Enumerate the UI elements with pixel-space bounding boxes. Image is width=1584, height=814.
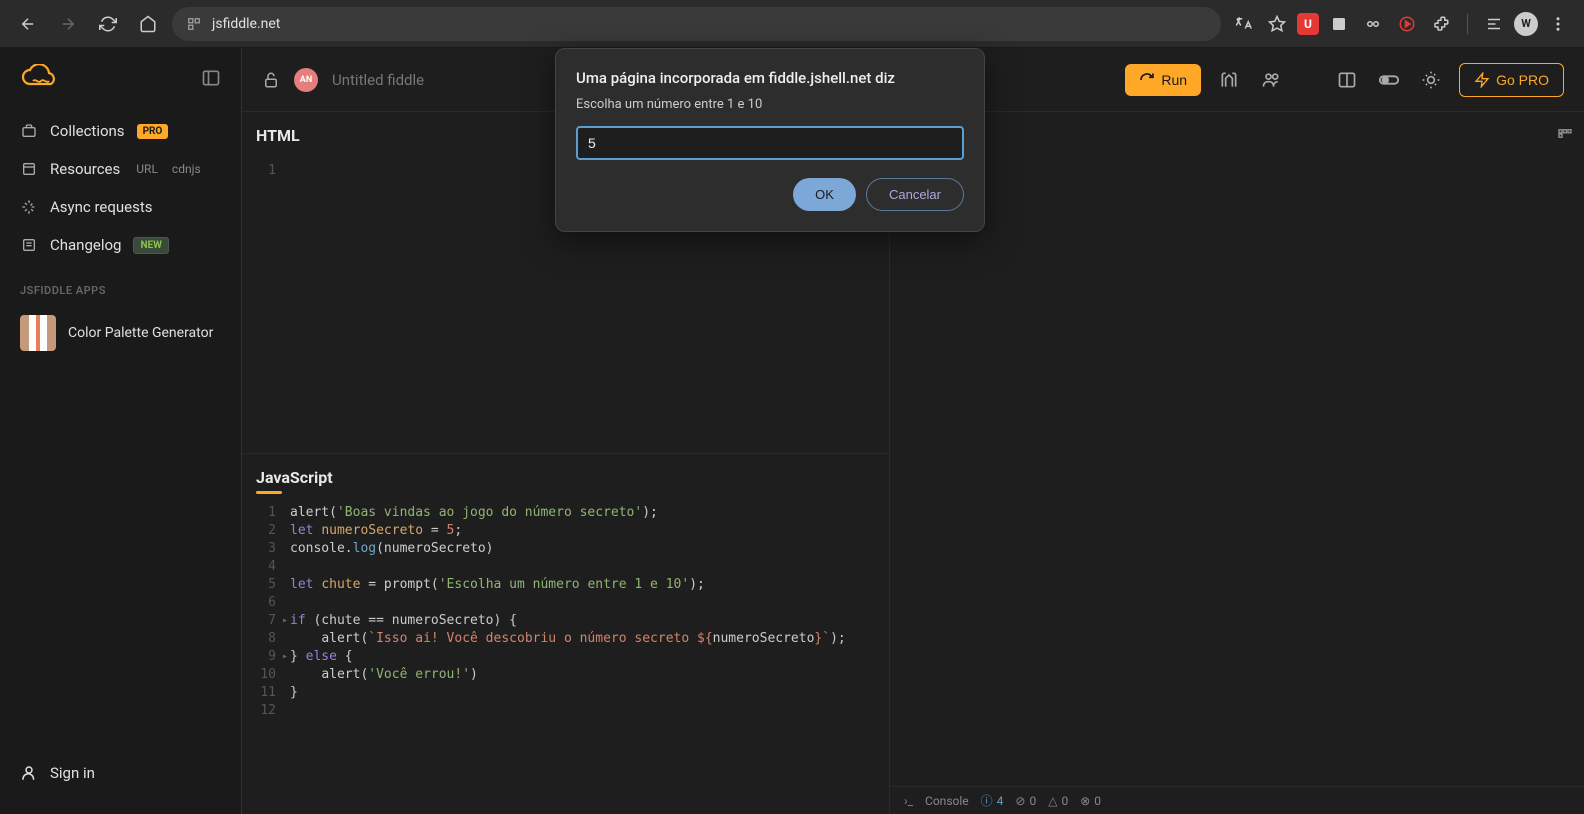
js-editor[interactable]: 1alert('Boas vindas ao jogo do número se… bbox=[242, 504, 889, 814]
result-pane: ›_ Console ⓘ 4 ⊘ 0 △ 0 ⊗ 0 bbox=[890, 112, 1584, 814]
js-prompt-dialog: Uma página incorporada em fiddle.jshell.… bbox=[555, 48, 985, 232]
layout-icon[interactable] bbox=[1333, 66, 1361, 94]
sidebar: Collections PRO Resources URL cdnjs Asyn… bbox=[0, 48, 241, 814]
prompt-message: Escolha um número entre 1 e 10 bbox=[576, 97, 964, 112]
new-badge: NEW bbox=[133, 237, 168, 254]
toggle-icon[interactable] bbox=[1375, 66, 1403, 94]
fiddle-title[interactable]: Untitled fiddle bbox=[332, 71, 424, 89]
theme-icon[interactable] bbox=[1417, 66, 1445, 94]
signin-icon bbox=[20, 764, 38, 782]
home-icon[interactable] bbox=[132, 8, 164, 40]
extensions-menu-icon[interactable] bbox=[1427, 10, 1455, 38]
resources-icon bbox=[20, 160, 38, 178]
async-icon bbox=[20, 198, 38, 216]
reload-icon[interactable] bbox=[92, 8, 124, 40]
prompt-title: Uma página incorporada em fiddle.jshell.… bbox=[576, 69, 964, 87]
console-bar[interactable]: ›_ Console ⓘ 4 ⊘ 0 △ 0 ⊗ 0 bbox=[890, 786, 1584, 814]
url-bar[interactable]: jsfiddle.net bbox=[172, 7, 1221, 41]
pro-badge: PRO bbox=[137, 124, 169, 139]
js-pane-label: JavaScript bbox=[256, 468, 333, 494]
sidebar-item-async[interactable]: Async requests bbox=[0, 188, 241, 226]
bookmark-star-icon[interactable] bbox=[1263, 10, 1291, 38]
extension-icon-1[interactable] bbox=[1325, 10, 1353, 38]
color-palette-app-icon bbox=[20, 315, 56, 351]
forward-icon[interactable] bbox=[52, 8, 84, 40]
sidebar-item-changelog[interactable]: Changelog NEW bbox=[0, 226, 241, 264]
sidebar-toggle-icon[interactable] bbox=[201, 68, 221, 88]
gopro-label: Go PRO bbox=[1496, 72, 1549, 88]
console-label: Console bbox=[925, 794, 969, 808]
collaborate-icon[interactable] bbox=[1257, 66, 1285, 94]
prompt-cancel-button[interactable]: Cancelar bbox=[866, 178, 964, 211]
collections-icon bbox=[20, 122, 38, 140]
extension-icon-2[interactable] bbox=[1359, 10, 1387, 38]
signin-button[interactable]: Sign in bbox=[0, 748, 241, 798]
result-settings-icon[interactable] bbox=[1556, 126, 1574, 144]
html-pane-label: HTML bbox=[256, 126, 300, 145]
run-label: Run bbox=[1161, 72, 1187, 88]
resources-cdnjs-link[interactable]: cdnjs bbox=[172, 162, 201, 176]
sidebar-item-label: Async requests bbox=[50, 198, 153, 216]
profile-avatar[interactable]: W bbox=[1514, 12, 1538, 36]
privacy-lock-icon[interactable] bbox=[262, 71, 280, 89]
prompt-ok-button[interactable]: OK bbox=[793, 178, 856, 211]
gopro-button[interactable]: Go PRO bbox=[1459, 63, 1564, 97]
sidebar-item-label: Collections bbox=[50, 122, 125, 140]
resources-url-link[interactable]: URL bbox=[136, 162, 158, 176]
sidebar-heading: JSFIDDLE APPS bbox=[0, 264, 241, 307]
sidebar-item-resources[interactable]: Resources URL cdnjs bbox=[0, 150, 241, 188]
sidebar-app-color-palette[interactable]: Color Palette Generator bbox=[0, 307, 241, 359]
prompt-input[interactable] bbox=[576, 126, 964, 160]
console-chevron-icon: ›_ bbox=[904, 794, 913, 808]
run-button[interactable]: Run bbox=[1125, 64, 1201, 96]
js-pane[interactable]: JavaScript 1alert('Boas vindas ao jogo d… bbox=[242, 454, 889, 814]
user-avatar[interactable]: AN bbox=[294, 68, 318, 92]
sidebar-app-label: Color Palette Generator bbox=[68, 325, 213, 341]
sidebar-item-label: Resources bbox=[50, 160, 120, 178]
console-err-count: △ 0 bbox=[1048, 794, 1068, 808]
console-warn-count: ⊘ 0 bbox=[1015, 794, 1036, 808]
console-other-count: ⊗ 0 bbox=[1080, 794, 1101, 808]
sidebar-item-label: Changelog bbox=[50, 236, 121, 254]
sidebar-item-collections[interactable]: Collections PRO bbox=[0, 112, 241, 150]
divider bbox=[1467, 14, 1468, 34]
media-control-icon[interactable] bbox=[1480, 10, 1508, 38]
jsfiddle-logo[interactable] bbox=[20, 64, 56, 92]
save-icon[interactable] bbox=[1215, 66, 1243, 94]
ublock-extension-icon[interactable]: U bbox=[1297, 13, 1319, 35]
console-info-count: ⓘ 4 bbox=[981, 792, 1004, 809]
translate-icon[interactable] bbox=[1229, 10, 1257, 38]
chrome-menu-icon[interactable] bbox=[1544, 10, 1572, 38]
back-icon[interactable] bbox=[12, 8, 44, 40]
browser-chrome: jsfiddle.net U W bbox=[0, 0, 1584, 48]
extension-icon-3[interactable] bbox=[1393, 10, 1421, 38]
changelog-icon bbox=[20, 236, 38, 254]
signin-label: Sign in bbox=[50, 764, 95, 782]
site-settings-icon[interactable] bbox=[186, 16, 202, 32]
url-text: jsfiddle.net bbox=[212, 16, 280, 32]
